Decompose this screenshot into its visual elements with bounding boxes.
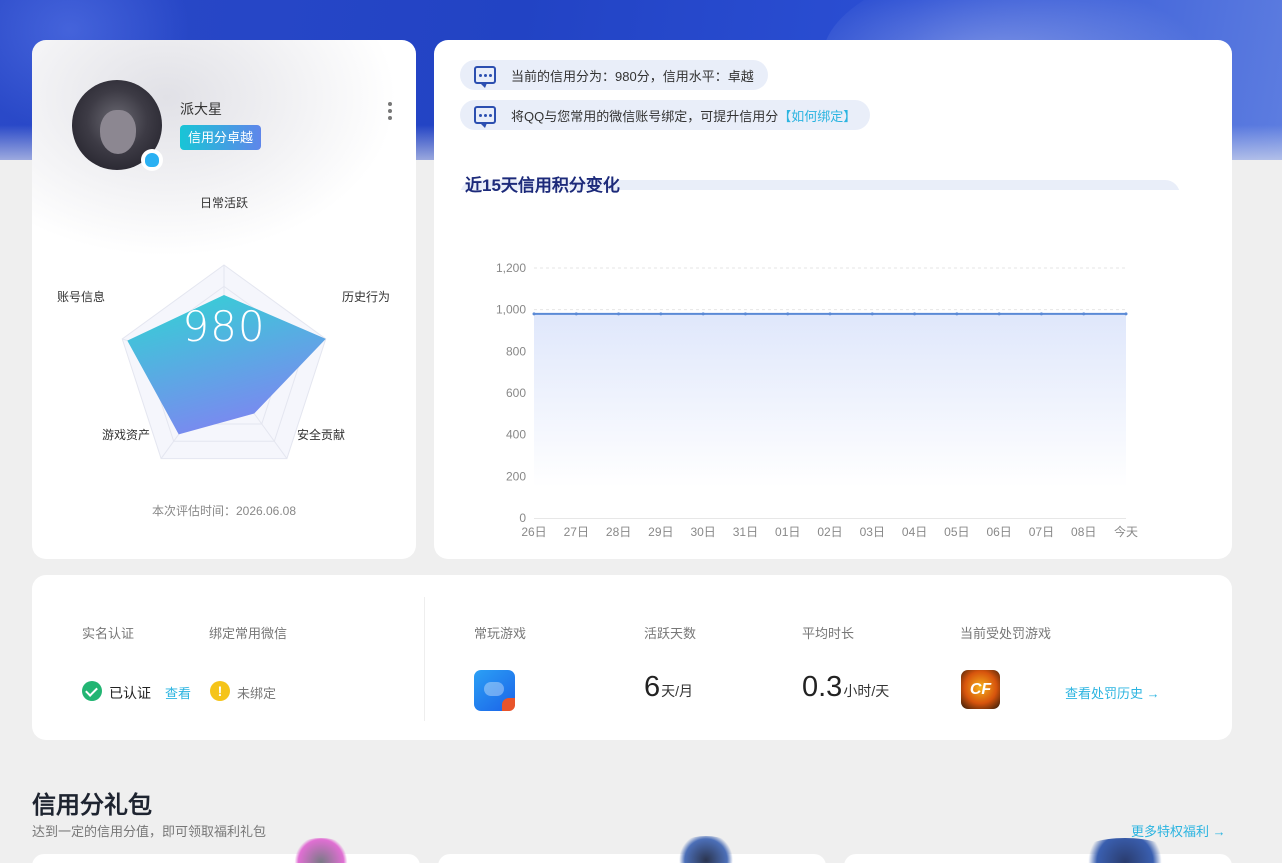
avg-duration-label: 平均时长 (802, 626, 855, 641)
data-point[interactable] (870, 312, 874, 316)
active-days-value: 6天/月 (644, 671, 694, 703)
gift-section-title: 信用分礼包 (32, 792, 152, 819)
x-tick-label: 今天 (1114, 524, 1138, 539)
radar-label-daily-active: 日常活跃 (200, 196, 249, 210)
y-tick-label: 800 (506, 344, 526, 358)
how-to-bind-link[interactable]: 【如何绑定】 (778, 106, 856, 125)
series-area (534, 313, 1126, 518)
warning-icon: ! (210, 681, 230, 701)
data-point[interactable] (913, 312, 917, 316)
message-icon (474, 106, 496, 128)
tip-bind-wechat: 将QQ与您常用的微信账号绑定，可提升信用分 【如何绑定】 (460, 100, 871, 130)
x-tick-label: 06日 (986, 525, 1011, 539)
data-point[interactable] (532, 312, 536, 316)
data-point[interactable] (574, 312, 578, 316)
chart-title: 近15天信用积分变化 (465, 176, 620, 195)
nickname: 派大星 (180, 101, 222, 117)
radar-label-game-assets: 游戏资产 (102, 428, 151, 442)
gift-character-image (292, 838, 350, 863)
stats-card: 实名认证 绑定常用微信 已认证 查看 ! 未绑定 常玩游戏 活跃天数 6天/月 … (32, 575, 1232, 740)
penalty-game-icon[interactable]: CF (961, 670, 1000, 709)
wechat-label: 绑定常用微信 (209, 626, 288, 641)
x-tick-label: 29日 (648, 525, 673, 539)
tip-text: 将QQ与您常用的微信账号绑定，可提升信用分 (511, 108, 779, 124)
data-point[interactable] (786, 312, 790, 316)
verified-check-icon (82, 681, 102, 701)
data-point[interactable] (701, 312, 705, 316)
wechat-status: 未绑定 (237, 686, 277, 701)
active-days-unit: 天/月 (661, 683, 694, 699)
x-tick-label: 01日 (775, 525, 800, 539)
x-tick-label: 30日 (690, 525, 715, 539)
radar-label-account-info: 账号信息 (57, 290, 106, 304)
radar-label-history-behavior: 历史行为 (342, 290, 391, 304)
realname-label: 实名认证 (82, 626, 135, 641)
realname-status: 已认证 (109, 685, 151, 701)
credit-score: 980 (182, 302, 266, 351)
trend-card: 当前的信用分为：980分，信用水平：卓越 将QQ与您常用的微信账号绑定，可提升信… (434, 40, 1232, 559)
radar-label-security-contribution: 安全贡献 (297, 428, 346, 442)
gift-card[interactable] (438, 854, 826, 863)
x-tick-label: 27日 (564, 525, 589, 539)
more-benefits-link[interactable]: 更多特权福利 → (1131, 821, 1226, 840)
gift-card[interactable] (32, 854, 420, 863)
view-realname-link[interactable]: 查看 (165, 683, 191, 702)
data-point[interactable] (1082, 312, 1086, 316)
x-tick-label: 07日 (1029, 525, 1054, 539)
data-point[interactable] (617, 312, 621, 316)
tip-current-score: 当前的信用分为：980分，信用水平：卓越 (460, 60, 768, 90)
y-tick-label: 200 (506, 469, 526, 483)
credit-level-badge: 信用分卓越 (180, 125, 262, 150)
x-tick-label: 31日 (733, 525, 758, 539)
x-tick-label: 05日 (944, 525, 969, 539)
evaluation-time: 本次评估时间：2026.06.08 (151, 504, 297, 518)
data-point[interactable] (659, 312, 663, 316)
message-icon (474, 66, 496, 88)
x-tick-label: 26日 (521, 525, 546, 539)
frequent-game-label: 常玩游戏 (474, 626, 527, 641)
data-point[interactable] (743, 312, 747, 316)
more-options-icon[interactable] (384, 100, 396, 124)
y-tick-label: 0 (519, 511, 526, 525)
penalty-history-link[interactable]: 查看处罚历史 → (1065, 683, 1160, 702)
gift-section-subtitle: 达到一定的信用分值，即可领取福利礼包 (32, 824, 267, 839)
x-tick-label: 02日 (817, 525, 842, 539)
gift-character-image (676, 836, 736, 863)
y-tick-label: 600 (506, 386, 526, 400)
x-tick-label: 28日 (606, 525, 631, 539)
data-point[interactable] (955, 312, 959, 316)
data-point[interactable] (1039, 312, 1043, 316)
y-tick-label: 1,200 (496, 261, 526, 275)
credit-trend-chart: 0 200 400 600 800 1,000 1,200 26日 27日 28日 29日 30日 31… (496, 261, 1138, 539)
avg-duration-unit: 小时/天 (843, 683, 890, 699)
x-tick-label: 08日 (1071, 525, 1096, 539)
divider (424, 597, 425, 721)
avg-duration-value: 0.3小时/天 (802, 671, 890, 703)
data-point[interactable] (828, 312, 832, 316)
x-tick-label: 03日 (860, 525, 885, 539)
data-point[interactable] (1124, 312, 1128, 316)
y-tick-label: 1,000 (496, 303, 526, 317)
tip-text: 当前的信用分为：980分，信用水平：卓越 (511, 68, 754, 84)
gift-card[interactable] (844, 854, 1232, 863)
profile-card: 派大星 信用分卓越 日常活跃 历史行为 安全贡献 游戏资产 账号信息 980 本… (32, 40, 416, 559)
gift-character-image (1080, 838, 1170, 863)
data-point[interactable] (997, 312, 1001, 316)
qq-icon (141, 149, 163, 171)
frequent-game-icon[interactable] (474, 670, 515, 711)
x-tick-label: 04日 (902, 525, 927, 539)
penalty-game-label: 当前受处罚游戏 (960, 626, 1052, 641)
active-days-label: 活跃天数 (644, 626, 697, 641)
y-tick-label: 400 (506, 428, 526, 442)
